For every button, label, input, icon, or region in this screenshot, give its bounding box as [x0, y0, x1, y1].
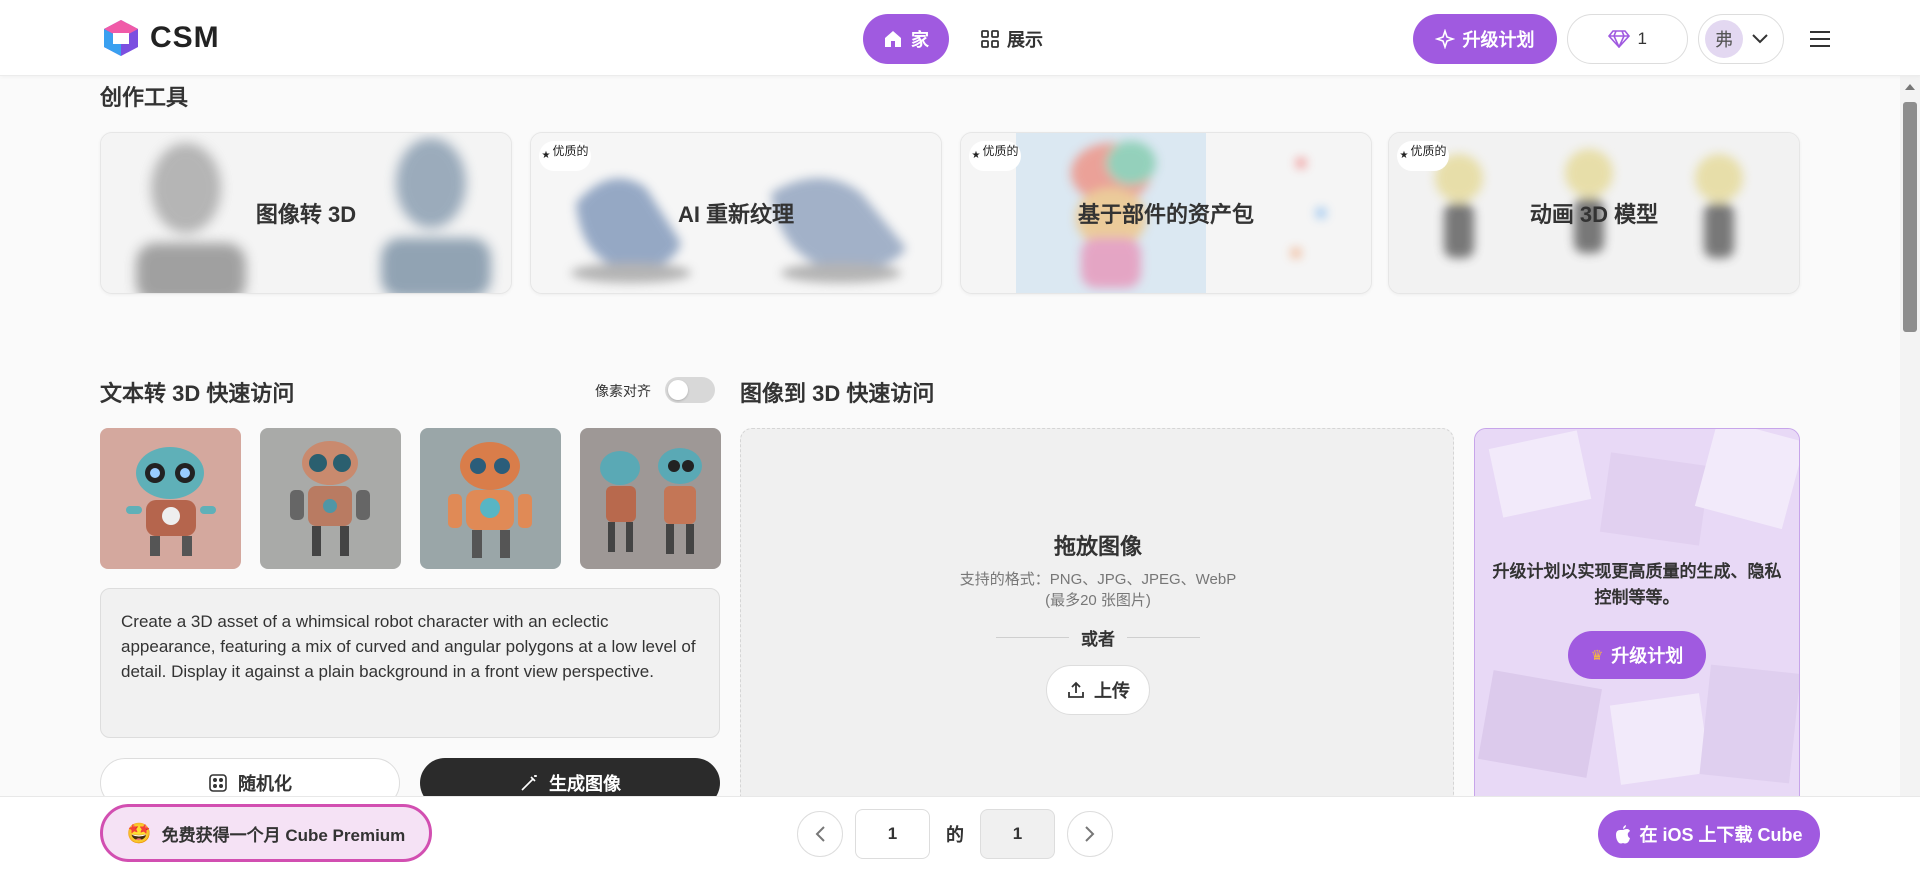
credits-display[interactable]: 1 [1566, 14, 1688, 64]
premium-badge: ★ 优质的 [539, 141, 591, 171]
star-icon: ★ [971, 150, 981, 162]
drop-formats: 支持的格式：PNG、JPG、JPEG、WebP (最多20 张图片) [741, 569, 1455, 611]
download-ios-label: 在 iOS 上下载 Cube [1639, 825, 1803, 845]
tool-card-label: AI 重新纹理 [677, 202, 795, 227]
free-premium-button[interactable]: 🤩 免费获得一个月 Cube Premium [100, 804, 432, 862]
promo-upgrade-button[interactable]: ♛ 升级计划 [1568, 631, 1706, 679]
tool-card-part-asset-pack[interactable]: ★ 优质的 基于部件的资产包 [960, 132, 1372, 294]
promo-background-image [1475, 429, 1799, 807]
user-menu[interactable]: 弗 [1698, 14, 1784, 64]
chevron-right-icon [1085, 826, 1095, 842]
grid-icon [981, 30, 999, 48]
premium-badge-label: 优质的 [552, 144, 589, 159]
apple-icon [1616, 824, 1631, 843]
robot-thumb-2[interactable] [260, 428, 401, 569]
robot-thumb-3[interactable] [420, 428, 561, 569]
bottom-bar: 🤩 免费获得一个月 Cube Premium 1 的 1 在 iOS 上下载 C… [0, 796, 1920, 870]
home-icon [885, 31, 901, 47]
or-label: 或者 [1081, 630, 1115, 649]
hamburger-menu-icon[interactable] [1810, 31, 1830, 47]
chevron-down-icon [1752, 34, 1768, 44]
upgrade-promo-card: 升级计划以实现更高质量的生成、隐私控制等等。 ♛ 升级计划 [1474, 428, 1800, 808]
download-ios-button[interactable]: 在 iOS 上下载 Cube [1598, 810, 1820, 858]
upload-icon [1068, 681, 1084, 698]
promo-text: 升级计划以实现更高质量的生成、隐私控制等等。 [1492, 562, 1782, 607]
crown-icon: ♛ [1590, 646, 1604, 663]
image-to-3d-title: 图像到 3D 快速访问 [740, 381, 935, 406]
tool-card-animate-3d-model[interactable]: ★ 优质的 动画 3D 模型 [1388, 132, 1800, 294]
drop-title: 拖放图像 [1053, 534, 1142, 559]
main-nav: 家 展示 [863, 14, 1063, 64]
pixel-align-toggle[interactable] [665, 377, 715, 403]
chevron-left-icon [815, 826, 825, 842]
dice-icon [209, 774, 227, 792]
premium-badge: ★ 优质的 [1397, 141, 1449, 171]
nav-showcase-button[interactable]: 展示 [961, 14, 1063, 64]
diamond-icon [1607, 30, 1630, 48]
robot-thumb-1[interactable] [100, 428, 241, 569]
robot-image [100, 428, 241, 569]
star-struck-emoji-icon: 🤩 [126, 822, 152, 845]
csm-logo-icon [104, 20, 138, 56]
premium-badge-label: 优质的 [982, 144, 1019, 159]
upload-label: 上传 [1094, 681, 1130, 701]
star-icon: ★ [1399, 150, 1409, 162]
scroll-up-arrow-icon[interactable] [1905, 84, 1915, 90]
promo-upgrade-label: 升级计划 [1611, 646, 1684, 666]
pixel-align-label: 像素对齐 [595, 383, 651, 399]
nav-home-button[interactable]: 家 [863, 14, 949, 64]
prev-page-button[interactable] [797, 811, 843, 857]
upload-button[interactable]: 上传 [1046, 665, 1150, 715]
robot-image [420, 428, 561, 569]
premium-badge-label: 优质的 [1410, 144, 1447, 159]
total-pages: 1 [980, 809, 1055, 859]
star-icon: ★ [541, 150, 551, 162]
page-of-label: 的 [946, 825, 964, 845]
top-header: CSM 家 展示 升级计划 1 弗 [0, 0, 1920, 76]
robot-thumb-4[interactable] [580, 428, 721, 569]
magic-wand-icon [521, 775, 537, 791]
premium-badge: ★ 优质的 [969, 141, 1021, 171]
logo[interactable]: CSM [100, 18, 220, 58]
tool-card-image-to-3d[interactable]: 图像转 3D [100, 132, 512, 294]
upgrade-plan-button[interactable]: 升级计划 [1412, 14, 1557, 64]
randomize-label: 随机化 [238, 774, 292, 794]
image-dropzone[interactable]: 拖放图像 支持的格式：PNG、JPG、JPEG、WebP (最多20 张图片) … [740, 428, 1454, 808]
pagination: 1 的 1 [797, 809, 1113, 859]
drop-formats-text: 支持的格式：PNG、JPG、JPEG、WebP [959, 571, 1237, 588]
nav-home-label: 家 [911, 30, 929, 50]
header-actions: 升级计划 1 弗 [1412, 14, 1830, 64]
scrollbar-thumb[interactable] [1903, 102, 1917, 332]
free-premium-label: 免费获得一个月 Cube Premium [161, 825, 406, 845]
drop-limit-text: (最多20 张图片) [1045, 592, 1151, 609]
nav-showcase-label: 展示 [1007, 30, 1043, 50]
tool-card-label: 动画 3D 模型 [1529, 202, 1659, 227]
robot-image [580, 428, 721, 569]
credits-count: 1 [1637, 29, 1647, 48]
tool-card-ai-retexture[interactable]: ★ 优质的 AI 重新纹理 [530, 132, 942, 294]
or-divider: 或者 [996, 625, 1200, 650]
text-to-3d-title: 文本转 3D 快速访问 [100, 381, 295, 406]
upgrade-plan-label: 升级计划 [1462, 30, 1535, 50]
logo-text: CSM [150, 21, 220, 54]
generate-image-label: 生成图像 [549, 774, 621, 794]
tool-card-label: 基于部件的资产包 [1077, 202, 1254, 227]
avatar: 弗 [1705, 20, 1743, 58]
current-page-input[interactable]: 1 [855, 809, 930, 859]
next-page-button[interactable] [1067, 811, 1113, 857]
tool-card-label: 图像转 3D [255, 202, 357, 227]
robot-image [260, 428, 401, 569]
tools-section-title: 创作工具 [100, 85, 189, 110]
prompt-textarea[interactable]: Create a 3D asset of a whimsical robot c… [100, 588, 720, 738]
sparkle-icon [1434, 29, 1455, 49]
